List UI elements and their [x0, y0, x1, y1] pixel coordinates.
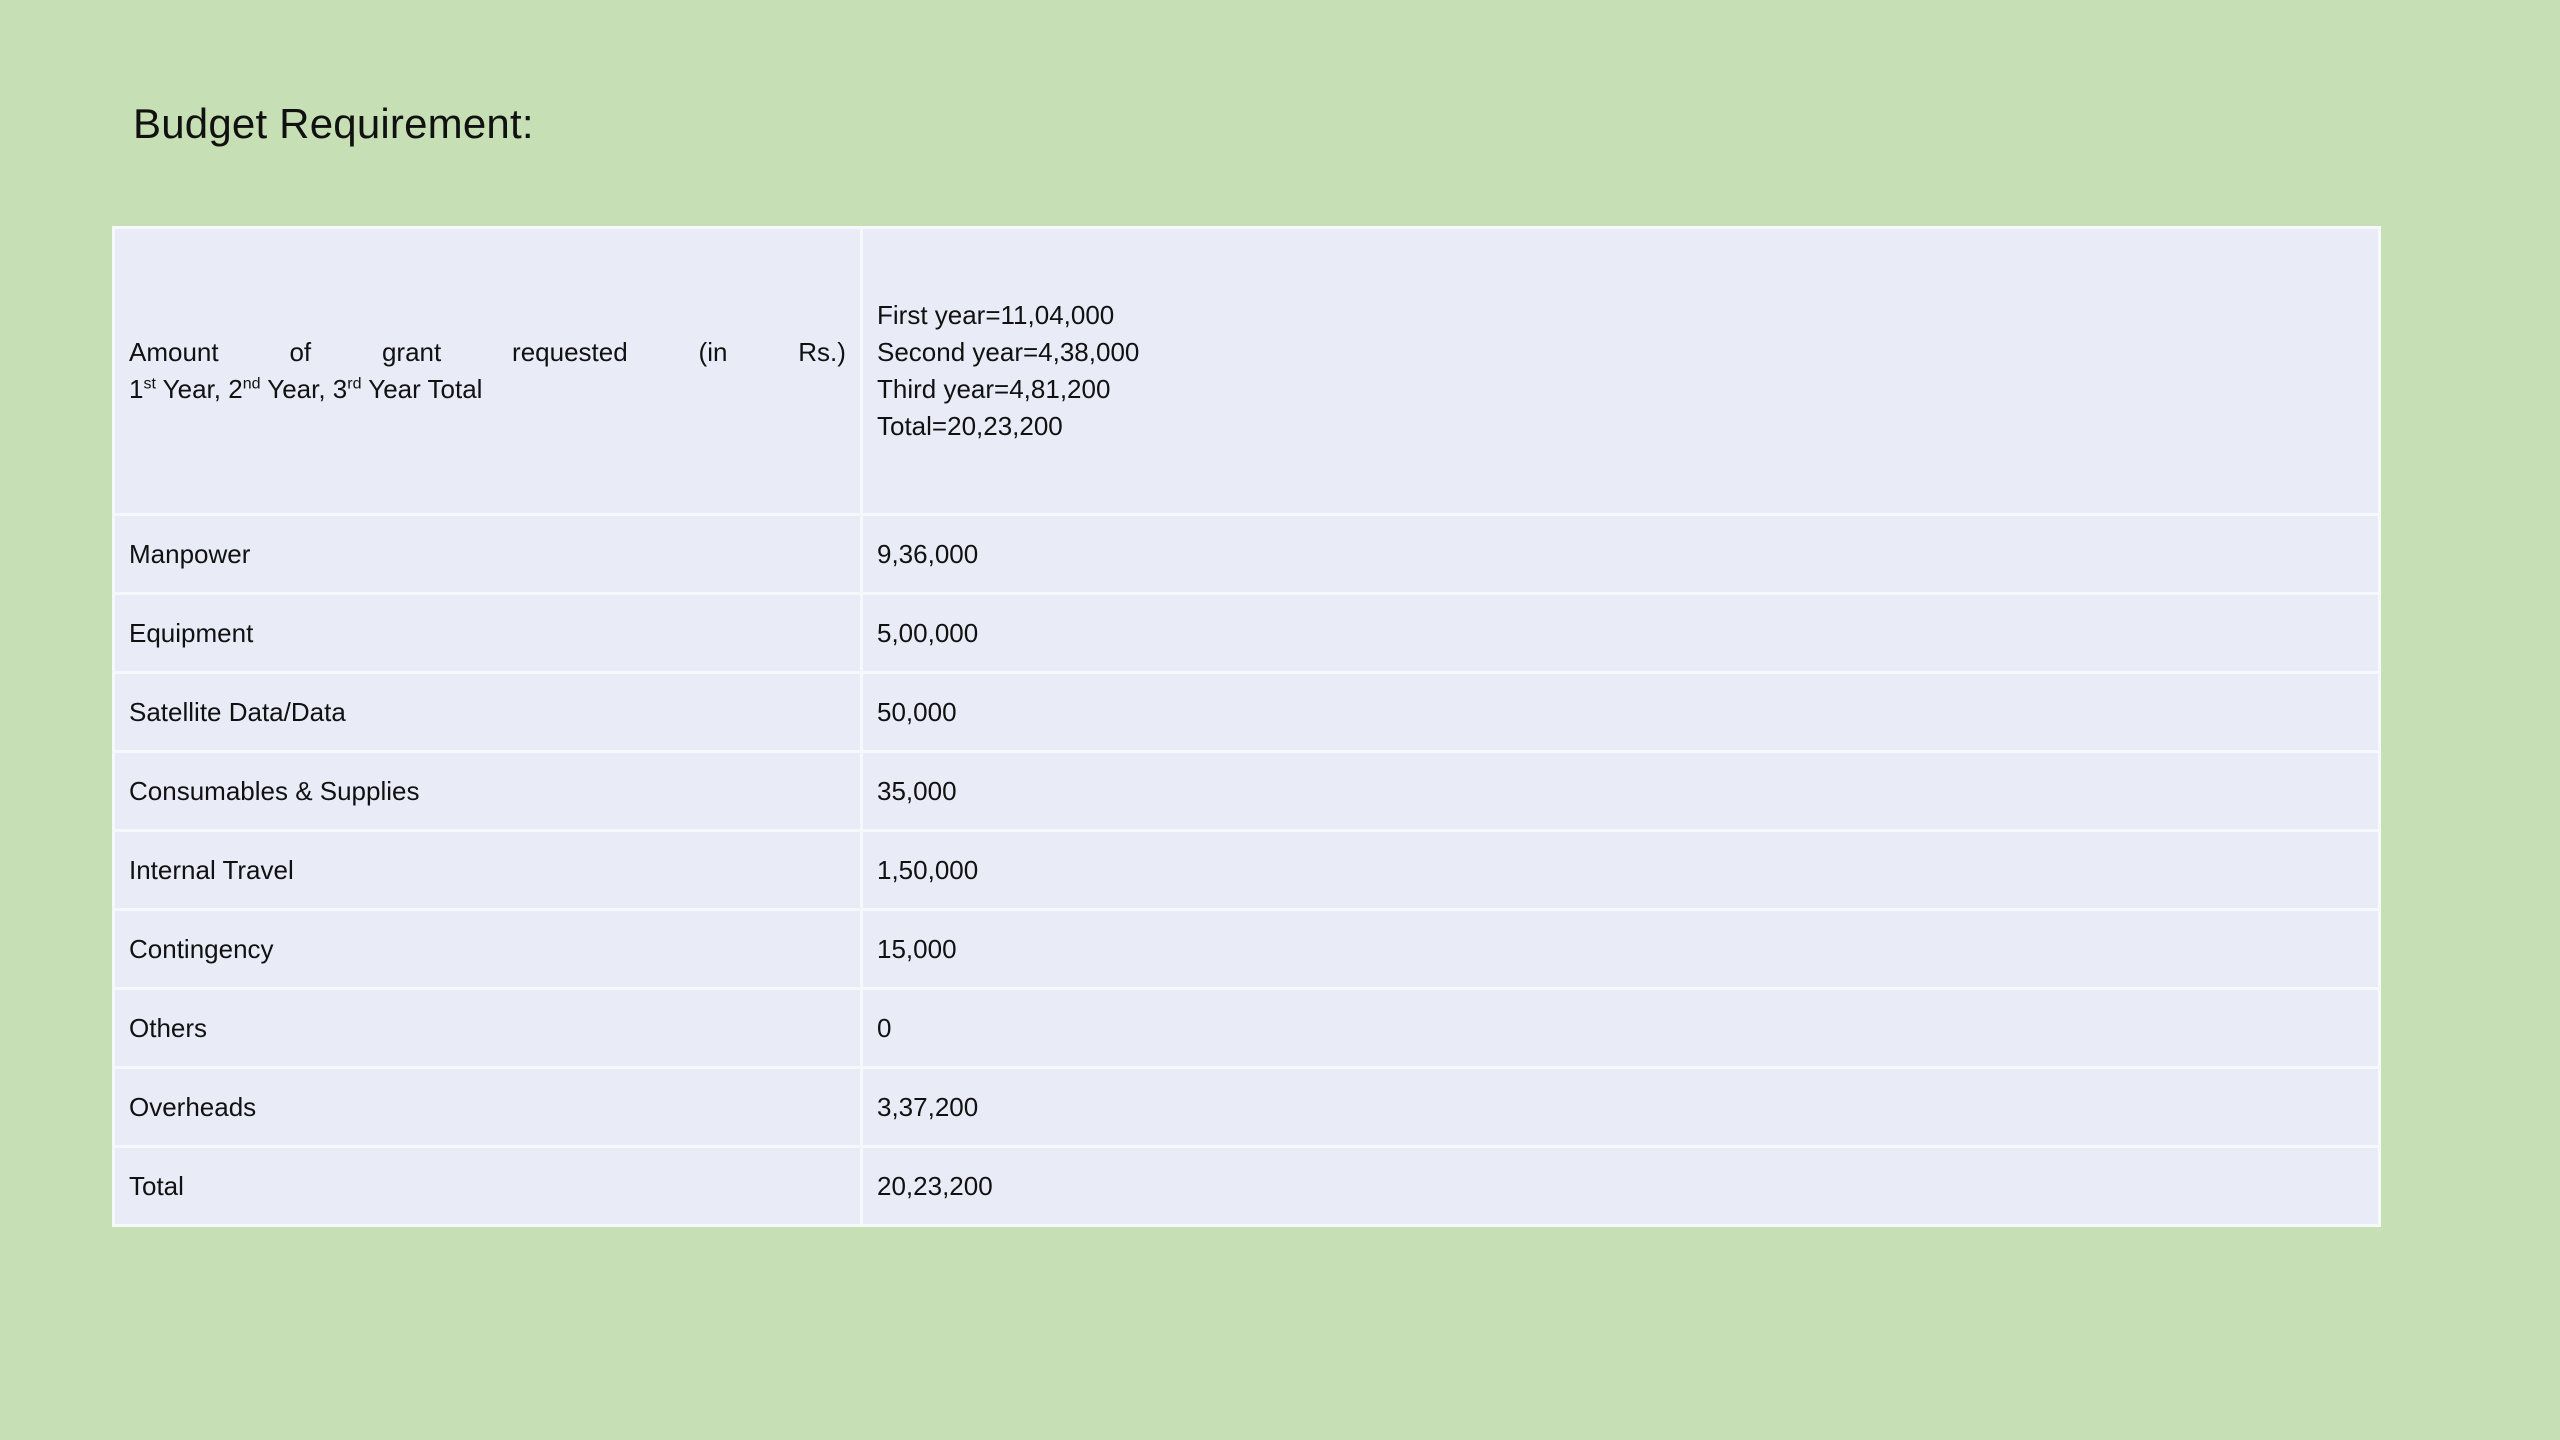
row-value: 3,37,200 — [860, 1066, 2381, 1148]
row-label: Others — [112, 987, 863, 1069]
slide-title: Budget Requirement: — [133, 100, 534, 147]
row-label: Total — [112, 1145, 863, 1227]
table-row: Contingency 15,000 — [112, 908, 2381, 990]
table-row: Internal Travel 1,50,000 — [112, 829, 2381, 911]
third-year-amount: Third year=4,81,200 — [877, 374, 1111, 404]
row-value: 1,50,000 — [860, 829, 2381, 911]
row-value: 15,000 — [860, 908, 2381, 990]
row-label: Overheads — [112, 1066, 863, 1148]
grant-label-line-1: Amount of grant requested (in Rs.) — [129, 334, 846, 371]
table-row: Total 20,23,200 — [112, 1145, 2381, 1227]
row-label: Equipment — [112, 592, 863, 674]
table-row: Overheads 3,37,200 — [112, 1066, 2381, 1148]
row-label: Manpower — [112, 513, 863, 595]
table-row: Others 0 — [112, 987, 2381, 1069]
row-value: 9,36,000 — [860, 513, 2381, 595]
label-word: Amount — [129, 337, 219, 367]
total-amount: Total=20,23,200 — [877, 411, 1063, 441]
table-header-row: Amount of grant requested (in Rs.) 1st Y… — [112, 226, 2381, 516]
label-word: grant — [381, 337, 442, 367]
row-label: Internal Travel — [112, 829, 863, 911]
row-value: 20,23,200 — [860, 1145, 2381, 1227]
row-value: 0 — [860, 987, 2381, 1069]
row-value: 50,000 — [860, 671, 2381, 753]
row-value: 5,00,000 — [860, 592, 2381, 674]
row-label: Consumables & Supplies — [112, 750, 863, 832]
label-part: 1 — [129, 374, 144, 404]
table-row: Equipment 5,00,000 — [112, 592, 2381, 674]
label-part: Year, 2 — [155, 374, 243, 404]
grant-requested-label: Amount of grant requested (in Rs.) 1st Y… — [112, 226, 863, 516]
grant-amounts-cell: First year=11,04,000 Second year=4,38,00… — [860, 226, 2381, 516]
label-word: (in — [698, 337, 728, 367]
table-row: Satellite Data/Data 50,000 — [112, 671, 2381, 753]
label-part: Year, 3 — [260, 374, 348, 404]
label-word: Rs.) — [798, 337, 846, 367]
label-superscript: st — [143, 375, 156, 393]
label-word: of — [289, 337, 312, 367]
budget-table: Amount of grant requested (in Rs.) 1st Y… — [112, 226, 2381, 1227]
row-value: 35,000 — [860, 750, 2381, 832]
table-row: Consumables & Supplies 35,000 — [112, 750, 2381, 832]
label-superscript: nd — [242, 375, 261, 393]
table-row: Manpower 9,36,000 — [112, 513, 2381, 595]
first-year-amount: First year=11,04,000 — [877, 300, 1115, 330]
row-label: Contingency — [112, 908, 863, 990]
row-label: Satellite Data/Data — [112, 671, 863, 753]
second-year-amount: Second year=4,38,000 — [877, 337, 1140, 367]
label-word: requested — [512, 337, 628, 367]
label-superscript: rd — [347, 375, 362, 393]
grant-label-line-2: 1st Year, 2nd Year, 3rd Year Total — [129, 371, 846, 408]
label-part: Year Total — [361, 374, 483, 404]
